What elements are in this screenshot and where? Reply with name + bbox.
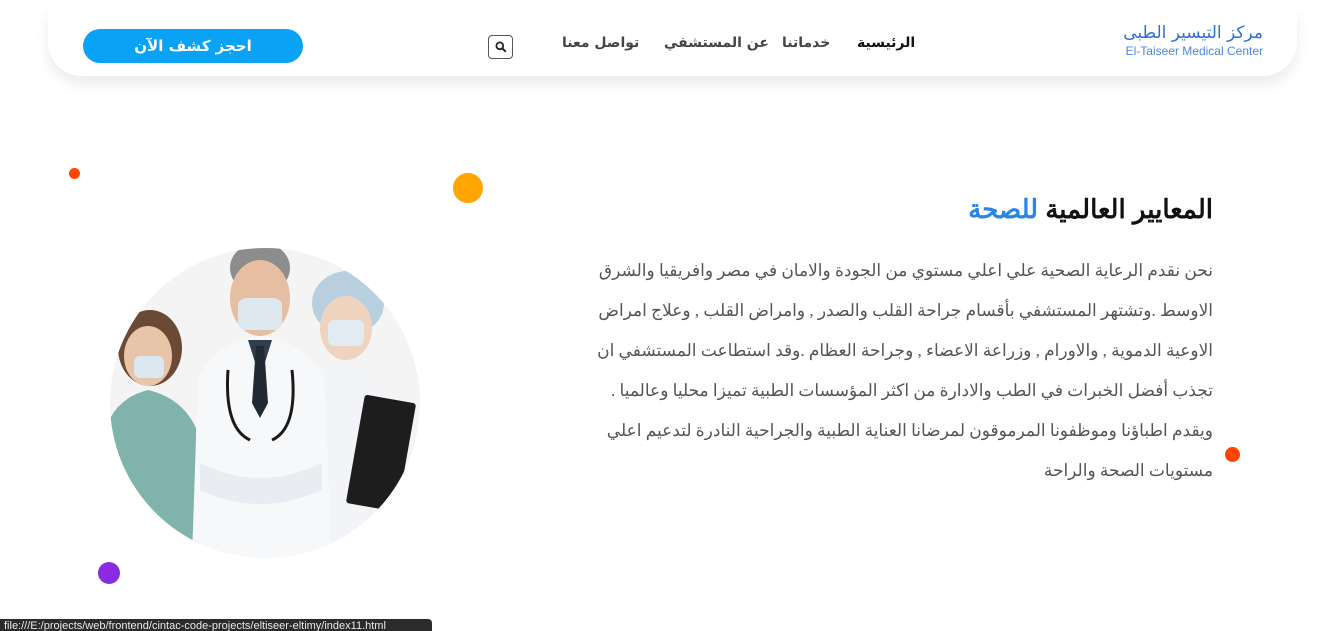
nav-link-contact[interactable]: تواصل معنا xyxy=(562,35,639,51)
navbar: احجز كشف الآن تواصل معنا عن المستشفي خدم… xyxy=(48,8,1297,76)
logo-arabic: مركز التيسير الطبى xyxy=(1123,23,1263,43)
hero-title: المعايير العالمية للصحة xyxy=(593,194,1213,225)
decor-dot-orange xyxy=(453,173,483,203)
hero-title-highlight: للصحة xyxy=(968,194,1039,224)
decor-dot-red-left xyxy=(69,168,80,179)
decor-dot-red-right xyxy=(1225,447,1240,462)
hero-description: نحن نقدم الرعاية الصحية علي اعلي مستوي م… xyxy=(597,261,1213,480)
logo[interactable]: مركز التيسير الطبى El-Taiseer Medical Ce… xyxy=(1123,22,1263,58)
hero-content: المعايير العالمية للصحة نحن نقدم الرعاية… xyxy=(593,194,1213,491)
hero-title-main: المعايير العالمية xyxy=(1045,194,1213,224)
nav-links: تواصل معنا عن المستشفي خدماتنا الرئيسية xyxy=(48,35,1297,55)
status-bar-url: file:///E:/projects/web/frontend/cintac-… xyxy=(0,619,432,631)
logo-english: El-Taiseer Medical Center xyxy=(1125,44,1263,58)
nav-link-about[interactable]: عن المستشفي xyxy=(664,35,769,51)
decor-dot-purple xyxy=(98,562,120,584)
doctors-team-image xyxy=(110,248,420,558)
nav-link-home[interactable]: الرئيسية xyxy=(857,35,915,51)
nav-link-services[interactable]: خدماتنا xyxy=(782,35,830,51)
